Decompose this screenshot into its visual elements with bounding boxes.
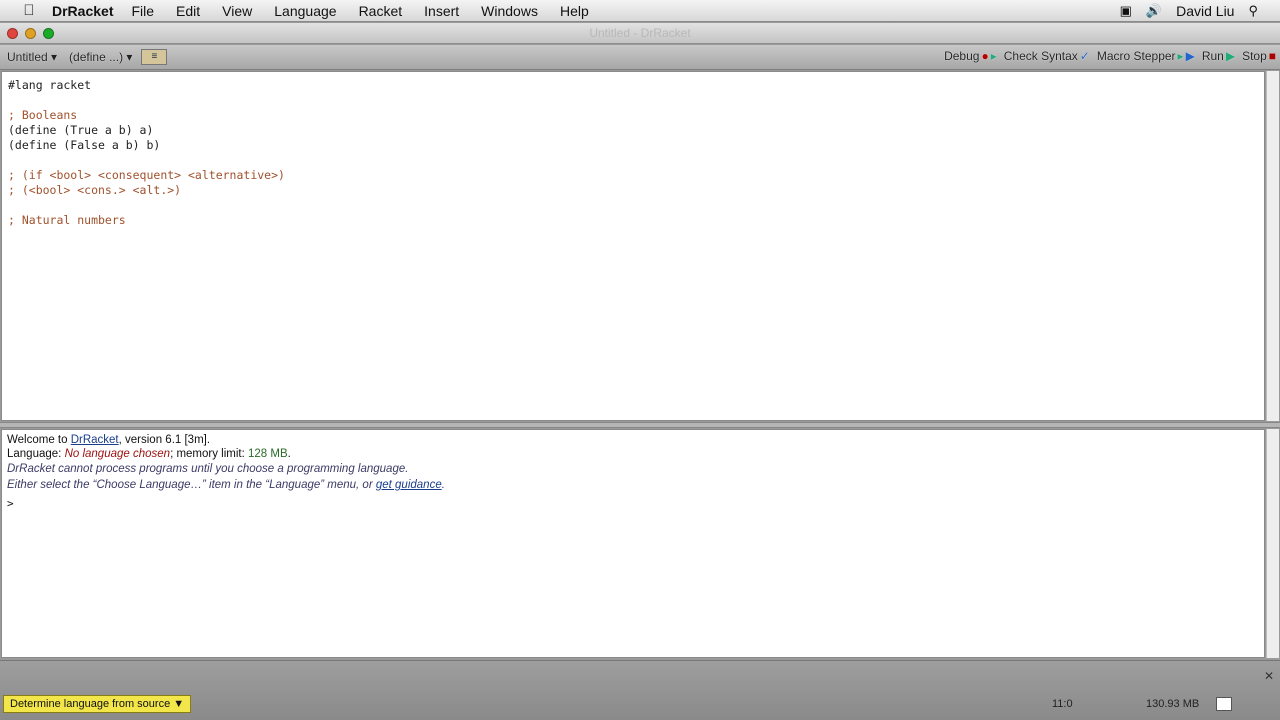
menu-language[interactable]: Language (274, 3, 336, 19)
language-selector-button[interactable]: Determine language from source ▼ (3, 695, 192, 713)
window-title-bar: Untitled - DrRacket (0, 23, 1280, 44)
menu-file[interactable]: File (131, 3, 154, 19)
interactions-scrollbar[interactable] (1266, 429, 1279, 658)
menu-windows[interactable]: Windows (481, 3, 538, 19)
debug-icon: ● (981, 49, 989, 63)
language-line: Language: No language chosen; memory lim… (7, 447, 1264, 461)
window-title: Untitled - DrRacket (589, 26, 691, 40)
version-text: , version 6.1 [3m]. (118, 434, 211, 446)
chevron-down-icon: ▼ (173, 698, 185, 710)
file-name-popup[interactable]: Untitled ▾ (4, 50, 60, 64)
memory-usage[interactable]: 130.93 MB (1146, 698, 1199, 710)
code-line: #lang racket (8, 78, 92, 92)
menu-view[interactable]: View (222, 3, 252, 19)
step-icon: ▸ (990, 49, 997, 63)
language-selector-label: Determine language from source (10, 698, 171, 710)
apple-icon[interactable]:  (20, 2, 38, 19)
guidance-text: Either select the “Choose Language…” ite… (7, 479, 376, 491)
get-guidance-link[interactable]: get guidance (376, 479, 442, 491)
spotlight-search-icon[interactable]: ⚲ (1248, 3, 1258, 19)
memory-limit-value: 128 MB (248, 448, 288, 460)
user-menu[interactable]: David Liu (1176, 3, 1234, 19)
definitions-list-icon[interactable]: ≡ (141, 49, 168, 65)
language-value: No language chosen (64, 448, 171, 460)
code-line: (define (False a b) b) (8, 138, 161, 152)
drracket-link[interactable]: DrRacket (71, 434, 119, 446)
define-popup[interactable]: (define ...) ▾ (66, 50, 135, 64)
menu-edit[interactable]: Edit (176, 3, 200, 19)
menu-bar:  DrRacket File Edit View Language Racke… (0, 0, 1280, 22)
guidance-suffix: . (441, 479, 445, 491)
comment-line: ; (if <bool> <consequent> <alternative>) (8, 168, 285, 182)
toolbar: Untitled ▾ (define ...) ▾ ≡ Debug ● ▸ Ch… (0, 45, 1280, 70)
debug-button[interactable]: Debug ● ▸ (942, 49, 999, 63)
definitions-editor[interactable]: #lang racket ; Booleans (define (True a b)… (1, 71, 1265, 421)
comment-line: ; (<bool> <cons.> <alt.>) (8, 183, 182, 197)
menu-help[interactable]: Help (560, 3, 589, 19)
check-syntax-button[interactable]: Check Syntax ✓ (1002, 49, 1092, 63)
stop-button[interactable]: Stop ■ (1240, 49, 1278, 63)
code-line: (define (True a b) a) (8, 123, 154, 137)
menu-insert[interactable]: Insert (424, 3, 459, 19)
macro-stepper-icon: ▸ (1177, 49, 1184, 63)
volume-icon[interactable]: 🔊 (1146, 3, 1162, 19)
comment-line: ; Natural numbers (8, 213, 126, 227)
cursor-position: 11:0 (1052, 698, 1073, 710)
memory-label: ; memory limit: (170, 448, 249, 460)
collapse-icon[interactable]: ✕ (1264, 669, 1274, 683)
welcome-text: Welcome to (7, 434, 71, 446)
memory-suffix: . (287, 448, 291, 460)
run-button[interactable]: Run ▶ (1200, 49, 1237, 63)
language-label: Language: (7, 448, 65, 460)
pane-splitter[interactable] (0, 422, 1280, 428)
guidance-line: Either select the “Choose Language…” ite… (7, 477, 1264, 493)
stop-icon: ■ (1268, 49, 1276, 63)
interactions-pane[interactable]: Welcome to DrRacket, version 6.1 [3m]. L… (1, 429, 1265, 658)
cannot-process-message: DrRacket cannot process programs until y… (7, 463, 409, 475)
camera-icon[interactable]: ▣ (1120, 3, 1132, 19)
step-forward-icon: ▶ (1185, 49, 1195, 63)
check-syntax-icon: ✓ (1079, 49, 1090, 63)
gc-indicator (1216, 697, 1232, 711)
comment-line: ; Booleans (8, 108, 78, 122)
menu-racket[interactable]: Racket (359, 3, 403, 19)
status-bar: ✕ Determine language from source ▼ 11:0 … (0, 660, 1280, 720)
macro-stepper-button[interactable]: Macro Stepper ▸ ▶ (1095, 49, 1197, 63)
app-menu[interactable]: DrRacket (52, 3, 113, 19)
definitions-scrollbar[interactable] (1266, 71, 1279, 421)
welcome-line: Welcome to DrRacket, version 6.1 [3m]. (7, 433, 1264, 447)
run-icon: ▶ (1225, 49, 1236, 63)
repl-prompt[interactable]: > (7, 497, 1264, 510)
